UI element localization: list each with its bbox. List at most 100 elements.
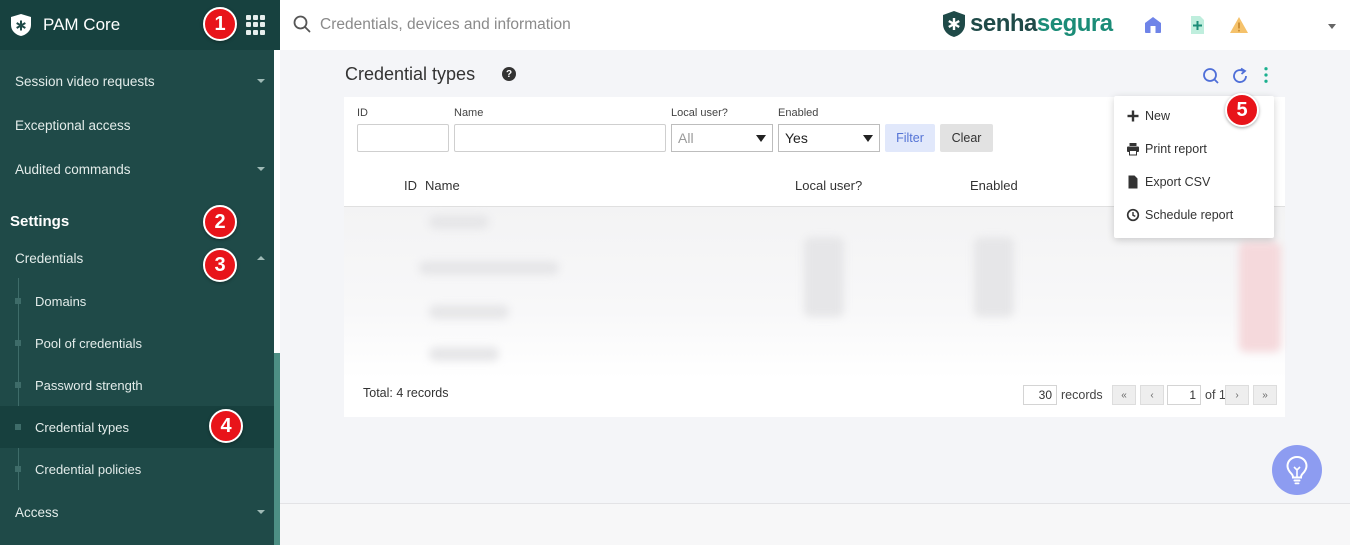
table-row [429,347,499,361]
table-row [804,237,844,317]
step-badge-2: 2 [203,205,237,239]
records-label: records [1061,388,1103,402]
sidebar-subitem-label: Credential policies [35,461,142,477]
column-header-name[interactable]: Name [425,178,460,193]
table-row [974,237,1014,317]
topbar: senhasegura [280,0,1350,50]
column-header-enabled[interactable]: Enabled [970,178,1018,193]
apps-grid-icon[interactable] [246,15,266,35]
prev-page-button[interactable]: ‹ [1140,385,1164,405]
step-badge-5: 5 [1225,93,1259,127]
bullet-icon [15,382,21,388]
sidebar-item-label: Audited commands [15,161,131,177]
section-title-settings: Settings [10,213,70,230]
dropdown-item-label: Export CSV [1145,175,1211,189]
dropdown-item-print-report[interactable]: Print report [1126,139,1207,159]
caret-down-icon [756,135,766,142]
sidebar-subitem-label: Domains [35,293,87,309]
records-per-page-input[interactable]: 30 [1023,385,1057,405]
page-number-input[interactable]: 1 [1167,385,1201,405]
help-bulb-button[interactable] [1272,445,1322,495]
table-row [419,261,559,275]
sidebar-item-audited-commands[interactable]: Audited commands [0,155,274,183]
sidebar-item-label: Exceptional access [15,117,131,133]
app-title: PAM Core [43,15,121,34]
brand-name: senhasegura [970,10,1113,37]
brand-shield-icon [943,11,965,37]
search-toggle-icon[interactable] [1202,67,1220,85]
filter-name-input[interactable] [454,124,666,152]
sidebar-subitem-label: Password strength [35,377,143,393]
clear-button[interactable]: Clear [940,124,993,152]
bullet-icon [15,298,21,304]
step-badge-1: 1 [203,7,237,41]
sidebar-subitem-domains[interactable]: Domains [0,280,274,322]
sidebar-item-label: Session video requests [15,73,155,89]
sidebar-item-session-video-requests[interactable]: Session video requests [0,67,274,95]
sidebar-subitem-label: Pool of credentials [35,335,142,351]
sidebar-subitem-password-strength[interactable]: Password strength [0,364,274,406]
chevron-down-icon [257,167,265,171]
lightbulb-icon [1286,455,1308,485]
caret-down-icon [863,135,873,142]
dropdown-item-label: Print report [1145,142,1207,156]
sidebar-item-label: Credentials [15,250,84,266]
filter-button[interactable]: Filter [885,124,935,152]
dropdown-item-export-csv[interactable]: Export CSV [1126,172,1210,192]
sidebar-scrollbar[interactable] [274,50,280,545]
step-badge-4: 4 [209,409,243,443]
sidebar-menu: Session video requests Exceptional acces… [0,50,274,545]
print-icon [1127,143,1139,156]
chevron-down-icon [257,510,265,514]
home-icon[interactable] [1143,15,1163,35]
sidebar-subitem-pool-of-credentials[interactable]: Pool of credentials [0,322,274,364]
filter-id-input[interactable] [357,124,449,152]
filter-local-user-label: Local user? [671,107,728,119]
first-page-button[interactable]: « [1112,385,1136,405]
sidebar-item-exceptional-access[interactable]: Exceptional access [0,111,274,139]
warning-icon[interactable] [1229,15,1249,35]
bullet-icon [15,466,21,472]
column-header-id[interactable]: ID [404,178,417,193]
sidebar-item-label: Access [15,504,59,520]
sidebar-subitem-label: Credential types [35,419,129,435]
filter-enabled-select[interactable]: Yes [778,124,880,152]
dropdown-item-label: Schedule report [1145,208,1234,222]
column-header-local-user[interactable]: Local user? [795,178,862,193]
dropdown-item-new[interactable]: New [1126,106,1170,126]
dropdown-item-schedule-report[interactable]: Schedule report [1126,205,1233,225]
global-search-input[interactable] [320,12,820,38]
sidebar-subitem-credential-policies[interactable]: Credential policies [0,448,274,490]
table-row [429,215,489,229]
help-icon[interactable]: ? [502,67,516,81]
filter-local-user-select[interactable]: All [671,124,773,152]
next-page-button[interactable]: › [1225,385,1249,405]
add-document-icon[interactable] [1187,15,1207,35]
filter-id-label: ID [357,107,368,119]
sidebar-header: PAM Core [0,0,280,50]
search-icon [293,15,311,33]
refresh-icon[interactable] [1231,67,1249,85]
table-row [429,305,509,319]
select-value: Yes [785,130,808,146]
user-menu-chevron-icon[interactable] [1328,24,1336,29]
brand-logo: senhasegura [942,10,1113,38]
sidebar-item-access[interactable]: Access [0,498,274,526]
more-options-icon[interactable] [1257,66,1275,84]
page-footer [280,503,1350,545]
table-row [1239,242,1281,352]
last-page-button[interactable]: » [1253,385,1277,405]
page-title: Credential types [345,64,476,84]
clock-icon [1126,208,1140,222]
plus-icon [1127,110,1139,122]
bullet-icon [15,424,21,430]
step-badge-3: 3 [203,248,237,282]
filter-name-label: Name [454,107,484,119]
bullet-icon [15,340,21,346]
dropdown-item-label: New [1145,109,1171,123]
filter-enabled-label: Enabled [778,107,819,119]
chevron-down-icon [257,79,265,83]
select-value: All [678,130,694,146]
page-of-label: of 1 [1205,388,1226,402]
file-icon [1128,175,1138,189]
